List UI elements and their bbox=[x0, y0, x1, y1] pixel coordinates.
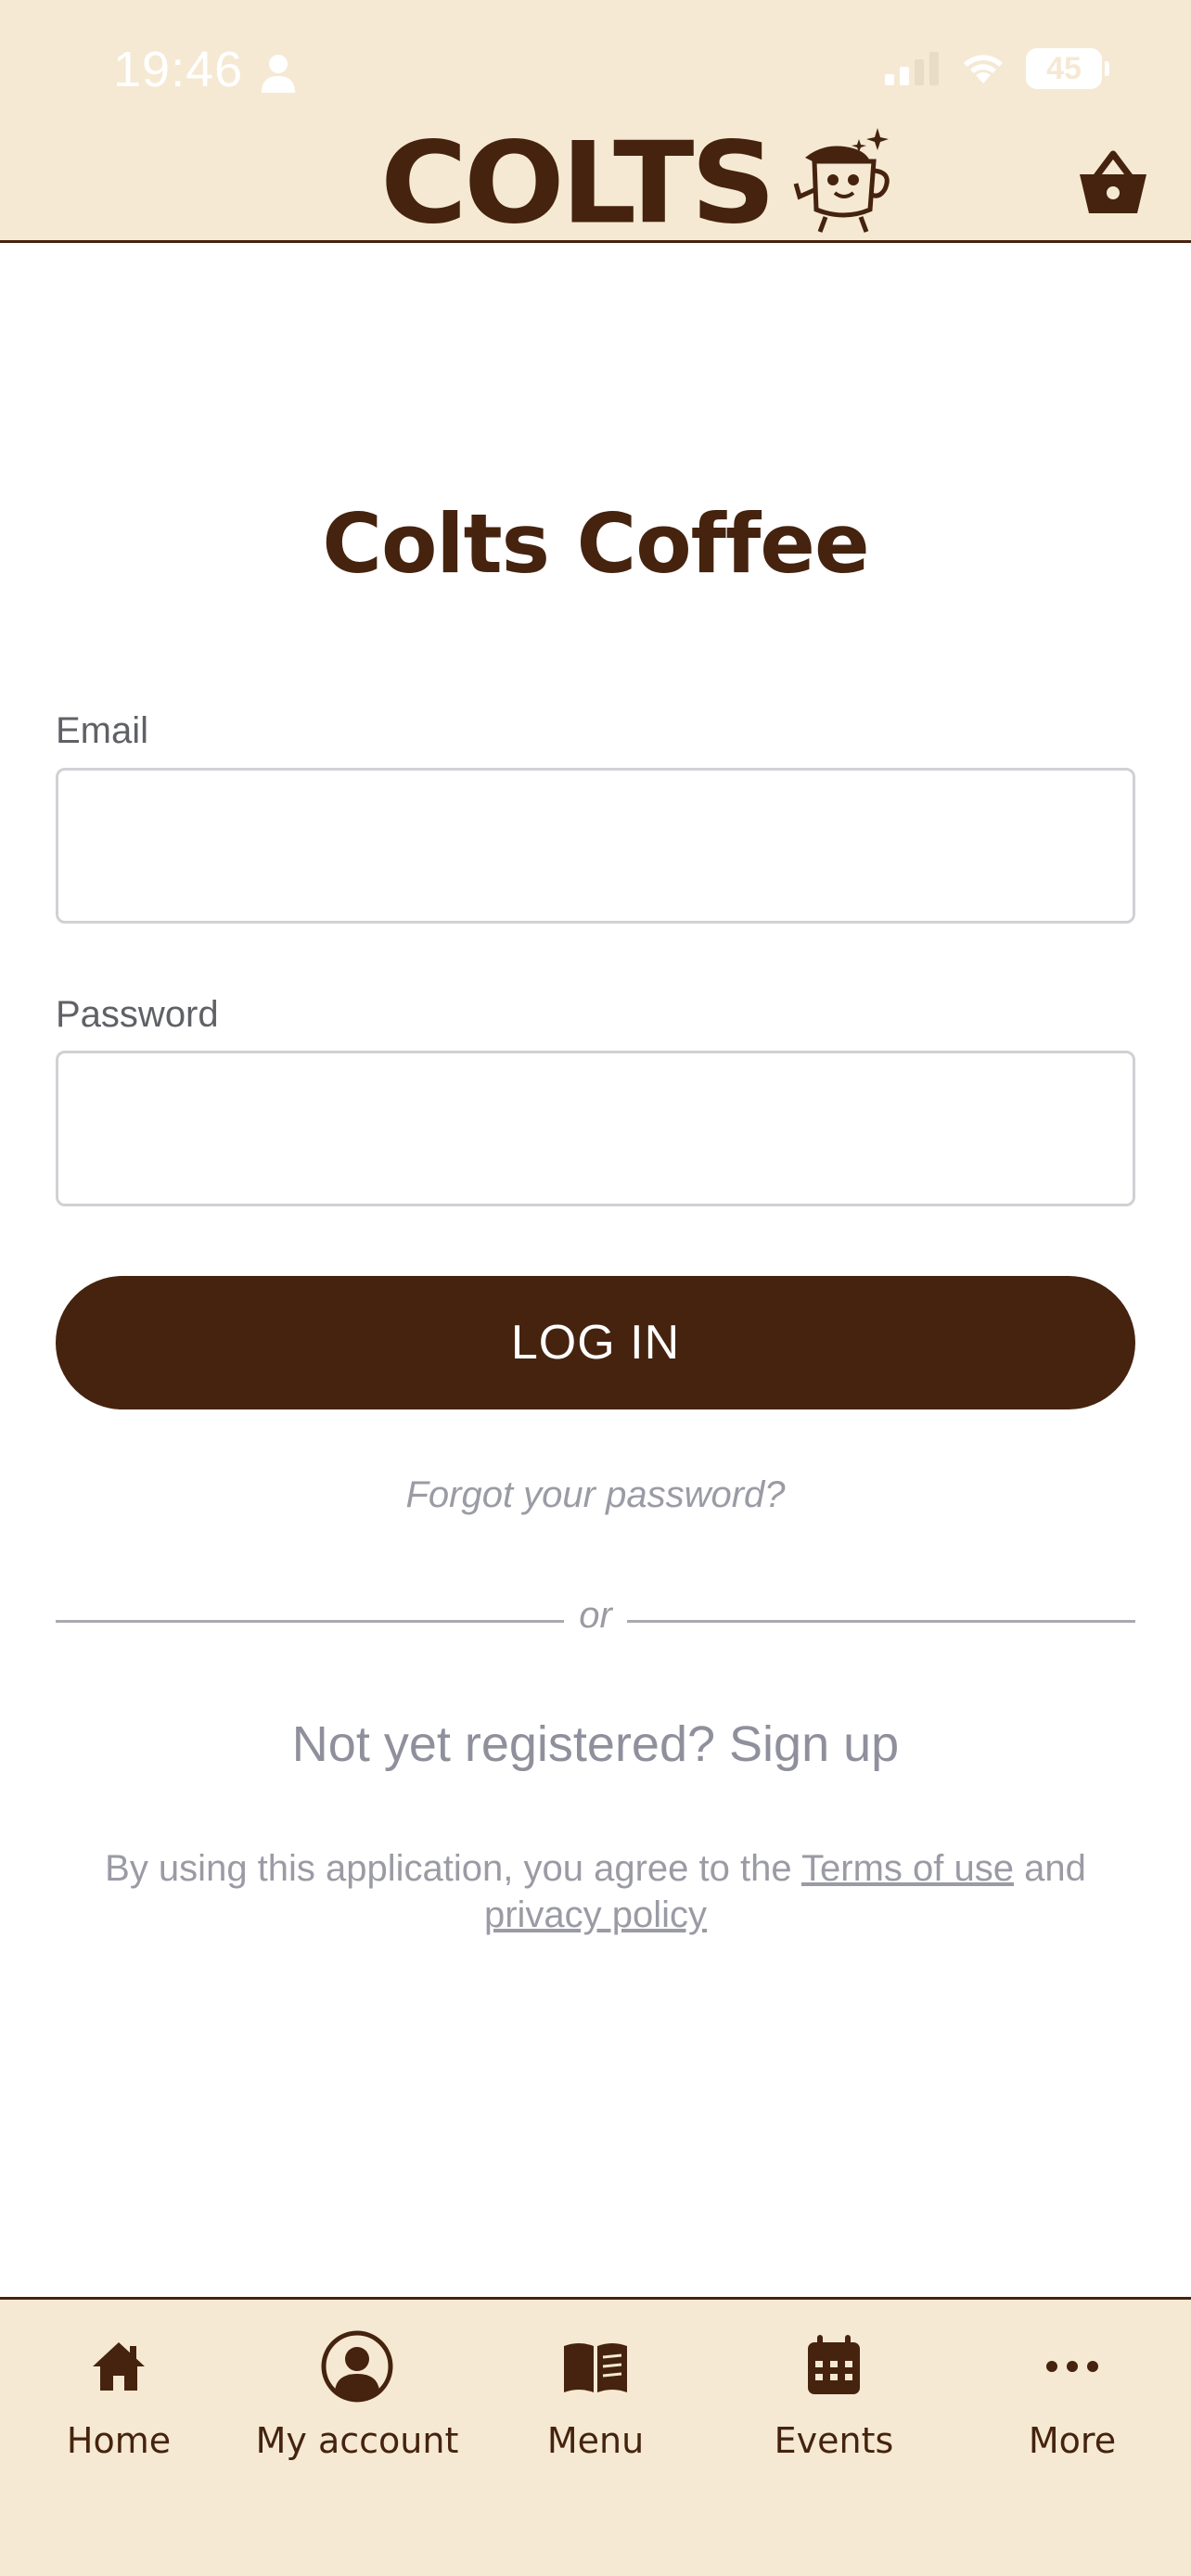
password-field[interactable] bbox=[56, 1051, 1135, 1206]
bottom-tab-bar: Home My account Menu Events More bbox=[0, 2297, 1191, 2576]
legal-notice: By using this application, you agree to … bbox=[74, 1845, 1117, 1938]
divider-line-right bbox=[627, 1620, 1135, 1623]
battery-indicator: 45 bbox=[1026, 48, 1109, 89]
tab-label: More bbox=[1028, 2420, 1117, 2461]
cellular-signal-icon bbox=[885, 52, 939, 85]
status-indicators: 45 bbox=[885, 48, 1109, 89]
tab-label: Menu bbox=[546, 2420, 645, 2461]
person-icon bbox=[262, 55, 295, 93]
divider-or: or bbox=[579, 1595, 612, 1636]
status-time: 19:46 bbox=[113, 42, 244, 97]
password-label: Password bbox=[56, 994, 219, 1035]
tab-label: Home bbox=[66, 2420, 172, 2461]
app-header: 19:46 45 COLTS bbox=[0, 0, 1191, 243]
legal-prefix: By using this application, you agree to … bbox=[105, 1848, 792, 1889]
mascot-cup-logo bbox=[793, 128, 890, 233]
legal-and: and bbox=[1024, 1848, 1086, 1889]
divider-line-left bbox=[56, 1620, 564, 1623]
terms-of-use-link[interactable]: Terms of use bbox=[801, 1848, 1014, 1889]
email-field[interactable] bbox=[56, 768, 1135, 924]
tab-label: My account bbox=[255, 2420, 459, 2461]
battery-level: 45 bbox=[1046, 50, 1082, 86]
account-icon bbox=[321, 2330, 393, 2403]
tab-more[interactable]: More bbox=[954, 2300, 1191, 2494]
calendar-icon bbox=[808, 2335, 860, 2394]
brand-wordmark: COLTS bbox=[380, 118, 776, 250]
brand-logo[interactable]: COLTS bbox=[380, 118, 890, 250]
ellipsis-icon bbox=[1046, 2361, 1098, 2372]
signup-link[interactable]: Not yet registered? Sign up bbox=[0, 1715, 1191, 1773]
tab-menu[interactable]: Menu bbox=[477, 2300, 714, 2494]
forgot-password-link[interactable]: Forgot your password? bbox=[0, 1474, 1191, 1516]
tab-my-account[interactable]: My account bbox=[238, 2300, 476, 2494]
book-icon bbox=[564, 2343, 627, 2392]
home-icon bbox=[93, 2342, 145, 2391]
wifi-icon bbox=[964, 55, 1003, 83]
tab-events[interactable]: Events bbox=[715, 2300, 953, 2494]
tab-label: Events bbox=[774, 2420, 894, 2461]
privacy-policy-link[interactable]: privacy policy bbox=[484, 1894, 707, 1935]
page-title: Colts Coffee bbox=[322, 496, 869, 592]
shopping-basket-icon[interactable] bbox=[1076, 148, 1150, 219]
login-button[interactable]: LOG IN bbox=[56, 1276, 1135, 1409]
email-label: Email bbox=[56, 710, 149, 751]
tab-home[interactable]: Home bbox=[0, 2300, 237, 2494]
